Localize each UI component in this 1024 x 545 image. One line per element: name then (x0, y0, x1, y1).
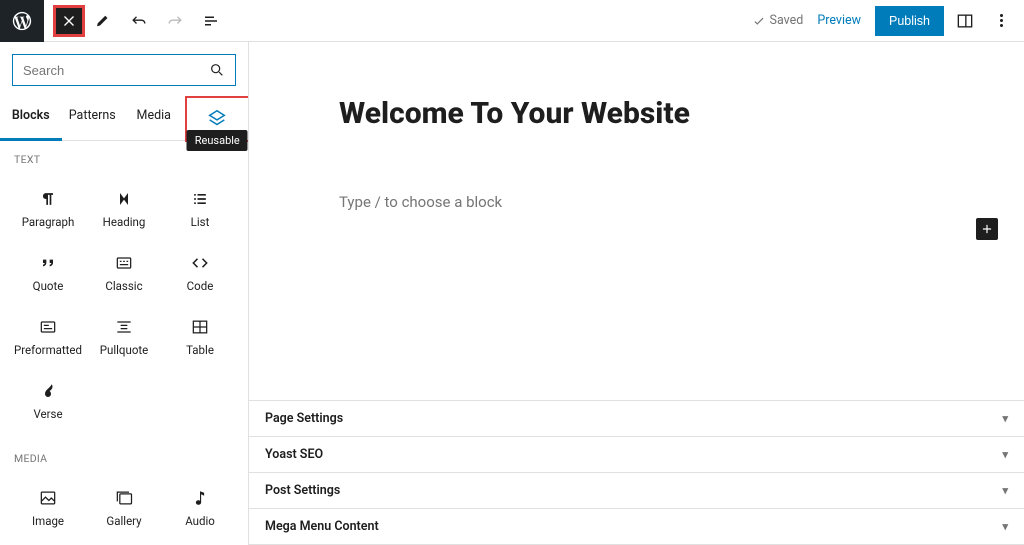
inserter-sidebar: Blocks Patterns Media Reusable TEXT Para… (0, 42, 249, 545)
reusable-icon (206, 108, 228, 130)
toolbar-left (44, 4, 228, 38)
verse-icon (39, 379, 57, 403)
block-quote[interactable]: Quote (10, 240, 86, 304)
saved-status: Saved (752, 13, 804, 28)
settings-panel-button[interactable] (950, 6, 980, 36)
editor: Welcome To Your Website Type / to choose… (249, 42, 1024, 545)
toolbar-right: Saved Preview Publish (752, 6, 1024, 36)
quote-icon (38, 251, 58, 275)
search-icon (209, 62, 225, 78)
tools-button[interactable] (86, 4, 120, 38)
more-options-button[interactable] (986, 6, 1016, 36)
block-label: Heading (103, 215, 146, 229)
media-blocks-grid: Image Gallery Audio (0, 471, 248, 545)
block-label: Classic (105, 279, 142, 293)
block-classic[interactable]: Classic (86, 240, 162, 304)
panel-post-settings[interactable]: Post Settings ▾ (249, 473, 1024, 509)
block-label: Paragraph (22, 215, 75, 229)
block-label: Audio (185, 514, 215, 528)
wordpress-logo[interactable] (0, 0, 44, 42)
inserter-tabs: Blocks Patterns Media Reusable (0, 98, 248, 141)
block-label: Verse (33, 407, 62, 421)
code-icon (190, 251, 210, 275)
redo-button[interactable] (158, 4, 192, 38)
pullquote-icon (114, 315, 134, 339)
toggle-inserter-button[interactable] (54, 6, 84, 36)
list-icon (190, 187, 210, 211)
block-label: Quote (33, 279, 64, 293)
block-heading[interactable]: Heading (86, 176, 162, 240)
block-code[interactable]: Code (162, 240, 238, 304)
block-label: Gallery (106, 514, 141, 528)
tab-blocks[interactable]: Blocks (0, 98, 62, 141)
block-label: Image (32, 514, 64, 528)
chevron-down-icon: ▾ (1002, 484, 1008, 497)
search-wrap (0, 42, 248, 98)
block-label: Preformatted (14, 343, 82, 357)
panel-mega-menu[interactable]: Mega Menu Content ▾ (249, 509, 1024, 545)
saved-label: Saved (770, 13, 804, 28)
undo-button[interactable] (122, 4, 156, 38)
panel-label: Post Settings (265, 483, 340, 498)
paragraph-icon (38, 187, 58, 211)
chevron-down-icon: ▾ (1002, 412, 1008, 425)
panel-label: Mega Menu Content (265, 519, 379, 534)
search-box[interactable] (12, 54, 236, 86)
block-audio[interactable]: Audio (162, 475, 238, 539)
tab-reusable[interactable]: Reusable (185, 96, 250, 142)
panel-label: Page Settings (265, 411, 343, 426)
block-table[interactable]: Table (162, 304, 238, 368)
category-media: MEDIA (0, 440, 248, 471)
block-verse[interactable]: Verse (10, 368, 86, 432)
panel-page-settings[interactable]: Page Settings ▾ (249, 401, 1024, 437)
block-image[interactable]: Image (10, 475, 86, 539)
heading-icon (116, 187, 132, 211)
block-preformatted[interactable]: Preformatted (10, 304, 86, 368)
block-label: Code (187, 279, 214, 293)
table-icon (190, 315, 210, 339)
meta-panels: Page Settings ▾ Yoast SEO ▾ Post Setting… (249, 400, 1024, 545)
search-input[interactable] (23, 63, 209, 78)
block-placeholder[interactable]: Type / to choose a block (339, 193, 934, 211)
panel-yoast-seo[interactable]: Yoast SEO ▾ (249, 437, 1024, 473)
editor-canvas[interactable]: Welcome To Your Website Type / to choose… (249, 42, 1024, 400)
tab-patterns[interactable]: Patterns (62, 98, 124, 140)
audio-icon (191, 486, 209, 510)
image-icon (38, 486, 58, 510)
block-label: Table (186, 343, 214, 357)
block-paragraph[interactable]: Paragraph (10, 176, 86, 240)
block-label: List (191, 215, 210, 229)
block-gallery[interactable]: Gallery (86, 475, 162, 539)
chevron-down-icon: ▾ (1002, 520, 1008, 533)
text-blocks-grid: Paragraph Heading List Quote Classic Cod… (0, 172, 248, 440)
page-title[interactable]: Welcome To Your Website (339, 96, 934, 131)
chevron-down-icon: ▾ (1002, 448, 1008, 461)
layout: Blocks Patterns Media Reusable TEXT Para… (0, 42, 1024, 545)
block-list[interactable]: List (162, 176, 238, 240)
tab-media[interactable]: Media (123, 98, 185, 140)
toolbar: Saved Preview Publish (0, 0, 1024, 42)
block-pullquote[interactable]: Pullquote (86, 304, 162, 368)
add-block-button[interactable] (976, 218, 998, 240)
reusable-tooltip: Reusable (187, 130, 248, 151)
block-label: Pullquote (100, 343, 148, 357)
classic-icon (114, 251, 134, 275)
document-overview-button[interactable] (194, 4, 228, 38)
preformatted-icon (38, 315, 58, 339)
panel-label: Yoast SEO (265, 447, 323, 462)
preview-button[interactable]: Preview (809, 13, 869, 28)
publish-button[interactable]: Publish (875, 6, 944, 36)
gallery-icon (114, 486, 134, 510)
